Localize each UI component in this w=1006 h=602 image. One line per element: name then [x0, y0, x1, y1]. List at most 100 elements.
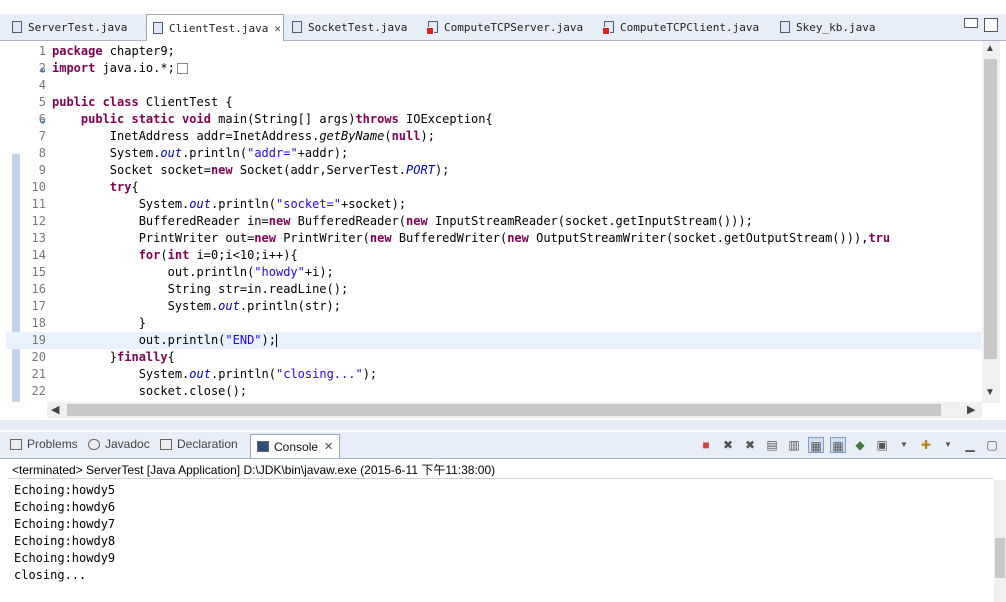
code-line[interactable]: 10 try{: [6, 179, 981, 196]
editor-tab-computetcpserver[interactable]: ComputeTCPServer.java: [422, 14, 594, 40]
code-line[interactable]: 9 Socket socket=new Socket(addr,ServerTe…: [6, 162, 981, 179]
code-text: System.out.println("socket="+socket);: [52, 197, 407, 211]
scroll-up-icon[interactable]: ▲: [985, 43, 995, 54]
code-line[interactable]: 5 public class ClientTest {: [6, 94, 981, 111]
scroll-thumb[interactable]: [984, 59, 997, 359]
minimize-icon[interactable]: [964, 18, 978, 28]
code-line[interactable]: 12 BufferedReader in=new BufferedReader(…: [6, 213, 981, 230]
editor-tab-servertest[interactable]: ServerTest.java: [6, 14, 146, 40]
maximize-icon[interactable]: [984, 18, 998, 32]
declaration-icon: [160, 438, 172, 450]
tab-label: Console: [274, 439, 319, 454]
editor-vertical-scrollbar[interactable]: ▲ ▼: [982, 41, 1000, 403]
tab-declaration[interactable]: Declaration: [160, 437, 238, 451]
code-line[interactable]: 1 package chapter9;: [6, 43, 981, 60]
editor-tab-sockettest[interactable]: SocketTest.java: [286, 14, 416, 40]
maximize-icon[interactable]: ▢: [984, 437, 1000, 453]
close-icon[interactable]: ✕: [324, 440, 333, 453]
editor-tab-computetcpclient[interactable]: ComputeTCPClient.java: [598, 14, 770, 40]
javadoc-icon: [88, 438, 100, 450]
tab-problems[interactable]: Problems: [10, 437, 78, 451]
tab-label: SocketTest.java: [308, 20, 408, 34]
editor-tab-skey-kb[interactable]: Skey_kb.java: [774, 14, 894, 40]
code-line[interactable]: 11 System.out.println("socket="+socket);: [6, 196, 981, 213]
terminate-icon[interactable]: ■: [698, 437, 714, 453]
scroll-thumb[interactable]: [995, 538, 1005, 578]
line-number: 20: [31, 350, 46, 364]
scroll-down-icon[interactable]: ▼: [985, 387, 995, 398]
scroll-left-icon[interactable]: ◀: [51, 403, 59, 416]
editor-tab-clienttest[interactable]: ClientTest.java ✕: [146, 14, 284, 41]
line-number: 16: [31, 282, 46, 296]
remove-all-launches-icon[interactable]: ✖: [742, 437, 758, 453]
clear-console-icon[interactable]: ▤: [764, 437, 780, 453]
java-file-error-icon: [602, 21, 614, 35]
console-line: Echoing:howdy8: [14, 534, 116, 548]
scroll-right-icon[interactable]: ▶: [967, 403, 975, 416]
code-text: for(int i=0;i<10;i++){: [138, 248, 298, 262]
line-number: 8: [38, 146, 46, 160]
java-file-icon: [12, 21, 22, 33]
console-output[interactable]: Echoing:howdy5 Echoing:howdy6 Echoing:howd…: [14, 482, 115, 584]
code-text: System.out.println("closing...");: [52, 367, 378, 381]
console-vertical-scrollbar[interactable]: [994, 480, 1006, 602]
code-line[interactable]: 16 String str=in.readLine();: [6, 281, 981, 298]
code-line[interactable]: 8 System.out.println("addr="+addr);: [6, 145, 981, 162]
chevron-down-icon[interactable]: ▼: [896, 437, 912, 453]
show-on-output-icon[interactable]: ▦: [808, 437, 824, 453]
console-icon: [257, 441, 269, 452]
scroll-thumb[interactable]: [67, 404, 941, 416]
code-text: import java.io.*;: [52, 60, 188, 77]
code-line[interactable]: 17 System.out.println(str);: [6, 298, 981, 315]
remove-launch-icon[interactable]: ✖: [720, 437, 736, 453]
code-line[interactable]: 14 for(int i=0;i<10;i++){: [6, 247, 981, 264]
line-number: 22: [31, 384, 46, 398]
line-number: 18: [31, 316, 46, 330]
code-text: package chapter9;: [52, 44, 175, 58]
code-line[interactable]: 20 }finally{: [6, 349, 981, 366]
code-text: }: [52, 316, 146, 330]
code-text: out.println("howdy"+i);: [52, 265, 334, 279]
code-line[interactable]: 18 }: [6, 315, 981, 332]
display-console-icon[interactable]: ▣: [874, 437, 890, 453]
code-text: BufferedReader in=new BufferedReader(new…: [52, 214, 753, 228]
line-number: 12: [31, 214, 46, 228]
tab-console[interactable]: Console ✕: [250, 434, 341, 458]
java-file-icon: [780, 21, 790, 33]
code-text: public static void main(String[] args)th…: [80, 112, 493, 126]
pin-console-icon[interactable]: ◆: [852, 437, 868, 453]
console-toolbar: ■ ✖ ✖ ▤ ▥ ▦ ▦ ◆ ▣ ▼ ✚ ▼ ▁ ▢: [698, 437, 1000, 453]
editor-horizontal-scrollbar[interactable]: ◀ ▶: [47, 402, 982, 418]
minimize-icon[interactable]: ▁: [962, 437, 978, 453]
show-on-error-icon[interactable]: ▦: [830, 437, 846, 453]
code-line[interactable]: 13 PrintWriter out=new PrintWriter(new B…: [6, 230, 981, 247]
console-line: closing...: [14, 568, 87, 582]
pane-divider[interactable]: [0, 420, 1006, 430]
code-line[interactable]: 7 InetAddress addr=InetAddress.getByName…: [6, 128, 981, 145]
code-text: System.out.println(str);: [52, 299, 342, 313]
code-editor[interactable]: 1 package chapter9; 2 ⊕ import java.io.*; 4 5 p…: [6, 41, 981, 402]
code-line[interactable]: 21 System.out.println("closing...");: [6, 366, 981, 383]
line-number: 7: [38, 129, 46, 143]
code-line[interactable]: 6 ⊖ public static void main(String[] args…: [6, 111, 981, 128]
tab-javadoc[interactable]: Javadoc: [88, 437, 150, 451]
line-number: 14: [31, 248, 46, 262]
scroll-lock-icon[interactable]: ▥: [786, 437, 802, 453]
code-text: public class ClientTest {: [52, 95, 233, 109]
code-line[interactable]: 2 ⊕ import java.io.*;: [6, 60, 981, 77]
code-line[interactable]: 4: [6, 77, 981, 94]
chevron-down-icon[interactable]: ▼: [940, 437, 956, 453]
code-text: }finally{: [52, 350, 175, 364]
console-line: Echoing:howdy7: [14, 517, 116, 531]
code-line[interactable]: 22 socket.close();: [6, 383, 981, 400]
code-line[interactable]: 15 out.println("howdy"+i);: [6, 264, 981, 281]
code-line[interactable]: 19 out.println("END");: [6, 332, 981, 349]
line-number: 4: [38, 78, 46, 92]
console-line: Echoing:howdy5: [14, 483, 116, 497]
tab-label: ComputeTCPClient.java: [620, 20, 760, 34]
code-text: String str=in.readLine();: [52, 282, 349, 296]
open-console-icon[interactable]: ✚: [918, 437, 934, 453]
tab-label: ClientTest.java: [169, 21, 269, 35]
close-icon[interactable]: ✕: [274, 22, 281, 35]
tab-label: Problems: [27, 437, 78, 451]
